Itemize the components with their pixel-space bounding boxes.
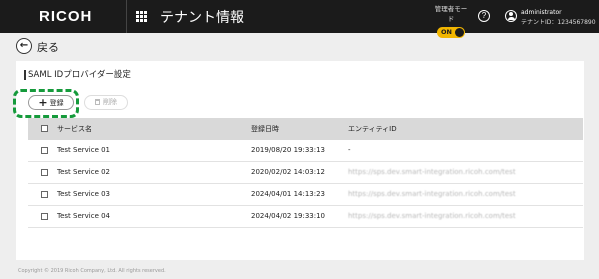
table-row[interactable]: Test Service 04 2024/04/02 19:33:10 http… [28,206,583,228]
help-icon[interactable]: ? [478,10,490,22]
toggle-knob [455,28,464,37]
grid-icon[interactable] [136,11,147,22]
page-title: テナント情報 [160,10,244,26]
table-row[interactable]: Test Service 01 2019/08/20 19:33:13 - [28,140,583,162]
delete-label: 削除 [103,98,117,106]
row-checkbox[interactable] [41,191,48,198]
registered-at: 2024/04/01 14:13:23 [251,190,326,198]
admin-mode-label: 管理者モード [434,5,468,23]
select-all-checkbox[interactable] [41,125,48,132]
admin-mode-toggle[interactable]: ON [437,27,465,38]
top-bar: RICOH テナント情報 管理者モード ON ? administrator テ… [0,0,599,38]
back-link[interactable]: 戻る [37,39,59,55]
header-divider [126,0,127,33]
toggle-state-label: ON [441,28,452,36]
section-title: SAML IDプロバイダー設定 [24,70,131,80]
tenant-id: テナントID：1234567890 [521,19,596,26]
row-checkbox[interactable] [41,213,48,220]
trash-icon [95,99,100,105]
service-name: Test Service 03 [57,190,111,198]
delete-button[interactable]: 削除 [84,95,128,110]
back-arrow-icon[interactable]: ← [16,38,32,54]
copyright: Copyright © 2019 Ricoh Company, Ltd. All… [18,268,166,274]
entity-id: https://sps.dev.smart-integration.ricoh.… [348,168,516,176]
registered-at: 2024/04/02 19:33:10 [251,212,326,220]
table-header: サービス名 登録日時 エンティティID [28,118,583,140]
admin-mode: 管理者モード ON [432,3,470,42]
table-row[interactable]: Test Service 02 2020/02/02 14:03:12 http… [28,162,583,184]
row-checkbox[interactable] [41,147,48,154]
service-name: Test Service 02 [57,168,111,176]
table-row[interactable]: Test Service 03 2024/04/01 14:13:23 http… [28,184,583,206]
registered-at: 2020/02/02 14:03:12 [251,168,326,176]
service-table: サービス名 登録日時 エンティティID Test Service 01 2019… [28,118,583,228]
column-header-service-name[interactable]: サービス名 [57,124,92,134]
registered-at: 2019/08/20 19:33:13 [251,146,326,154]
service-name: Test Service 04 [57,212,111,220]
ricoh-logo: RICOH [39,8,93,25]
user-icon[interactable] [505,10,517,22]
entity-id: https://sps.dev.smart-integration.ricoh.… [348,212,516,220]
column-header-entity-id[interactable]: エンティティID [348,124,397,134]
highlight-annotation [13,89,79,118]
column-header-registered-at[interactable]: 登録日時 [251,124,279,134]
user-name: administrator [521,9,562,16]
entity-id: https://sps.dev.smart-integration.ricoh.… [348,190,516,198]
entity-id: - [348,146,351,154]
service-name: Test Service 01 [57,146,111,154]
row-checkbox[interactable] [41,169,48,176]
